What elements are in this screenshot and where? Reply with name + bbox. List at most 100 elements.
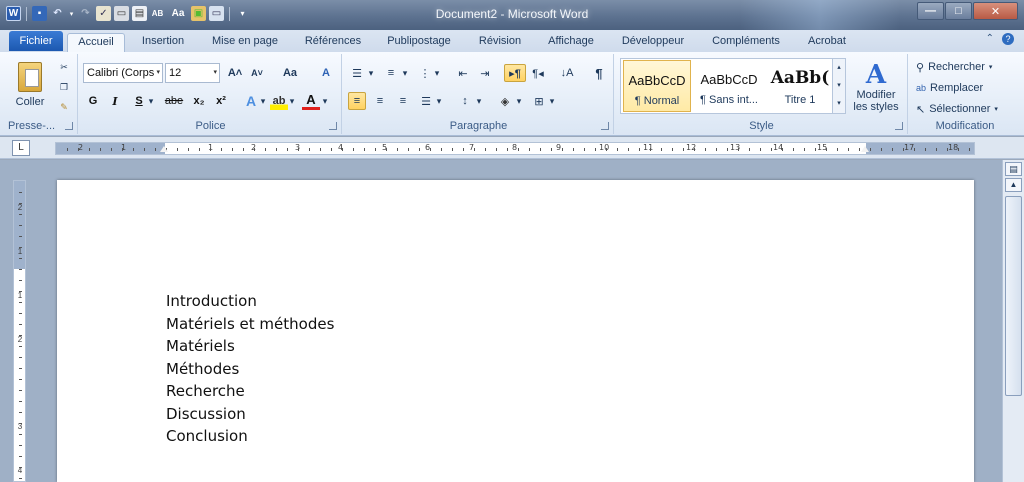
justify-dropdown-icon[interactable]: ▾ (434, 92, 444, 110)
ltr-paragraph-icon[interactable]: ▸¶ (504, 64, 526, 82)
document-line[interactable]: Conclusion (166, 427, 248, 445)
show-formatting-icon[interactable]: ¶ (590, 64, 608, 82)
change-case-icon[interactable]: Aa (278, 64, 302, 82)
text-effects-dropdown-icon[interactable]: ▾ (258, 92, 268, 110)
tab-acrobat[interactable]: Acrobat (798, 33, 856, 52)
paragraph-launcher-icon[interactable] (601, 122, 609, 130)
tab-add-ins[interactable]: Compléments (705, 33, 787, 52)
scroll-up-icon[interactable]: ▲ (1005, 178, 1022, 192)
tab-insert[interactable]: Insertion (132, 33, 194, 52)
styles-scroll[interactable]: ▴ ▾ ▾ (832, 59, 845, 113)
minimize-ribbon-icon[interactable]: ⌃ (986, 33, 994, 45)
tab-mailings[interactable]: Publipostage (379, 33, 459, 52)
font-size-combobox[interactable]: 12 ▾ (165, 63, 220, 83)
clear-formatting-icon[interactable]: A (317, 64, 335, 82)
format-painter-icon[interactable]: ✎ (55, 98, 73, 116)
shading-dropdown-icon[interactable]: ▾ (514, 92, 524, 110)
chevron-down-icon[interactable]: ▾ (833, 77, 845, 95)
strikethrough-button[interactable]: abe (162, 92, 186, 110)
paste-button[interactable]: Coller (12, 56, 48, 114)
line-spacing-dropdown-icon[interactable]: ▾ (474, 92, 484, 110)
find-button[interactable]: ⚲ Rechercher ▾ (916, 58, 992, 76)
align-left-icon[interactable]: ≡ (348, 92, 366, 110)
rtl-paragraph-icon[interactable]: ¶◂ (528, 64, 548, 82)
vertical-ruler-tick (19, 401, 22, 402)
style-normal[interactable]: AaBbCcD ¶ Normal (623, 60, 691, 112)
numbering-dropdown-icon[interactable]: ▾ (400, 64, 410, 82)
numbering-icon[interactable]: ≡ (382, 64, 400, 82)
tab-page-layout[interactable]: Mise en page (205, 33, 285, 52)
sort-icon[interactable]: ↓A (558, 64, 576, 82)
style-no-spacing[interactable]: AaBbCcD ¶ Sans int... (693, 60, 765, 112)
style-heading-1[interactable]: AaBb( Titre 1 (767, 60, 833, 112)
ruler-label: 9 (556, 143, 562, 152)
tab-review[interactable]: Révision (472, 33, 528, 52)
line-spacing-icon[interactable]: ↕ (456, 92, 474, 110)
chevron-up-icon[interactable]: ▴ (833, 59, 845, 77)
font-group: Calibri (Corps ▾ 12 ▾ A˄ A˅ Aa A G I S ▾… (80, 54, 342, 134)
minimize-button[interactable]: — (917, 2, 944, 20)
bullets-dropdown-icon[interactable]: ▾ (366, 64, 376, 82)
font-color-dropdown-icon[interactable]: ▾ (320, 92, 330, 110)
ruler-tick (914, 148, 915, 151)
more-styles-icon[interactable]: ▾ (833, 95, 845, 112)
justify-icon[interactable]: ☰ (417, 92, 435, 110)
bold-button[interactable]: G (84, 92, 102, 110)
change-styles-button[interactable]: A Modifier les styles (848, 56, 904, 118)
align-center-icon[interactable]: ≡ (371, 92, 389, 110)
document-line[interactable]: Introduction (166, 292, 257, 310)
document-line[interactable]: Recherche (166, 382, 245, 400)
increase-indent-icon[interactable]: ⇥ (476, 64, 494, 82)
superscript-button[interactable]: x² (212, 92, 230, 110)
view-ruler-icon[interactable]: ▤ (1005, 162, 1022, 176)
decrease-indent-icon[interactable]: ⇤ (454, 64, 472, 82)
styles-launcher-icon[interactable] (895, 122, 903, 130)
tab-home[interactable]: Accueil (67, 33, 125, 52)
font-launcher-icon[interactable] (329, 122, 337, 130)
right-indent-marker[interactable] (861, 146, 869, 152)
ruler-tick (793, 148, 794, 151)
document-line[interactable]: Matériels et méthodes (166, 315, 334, 333)
vertical-ruler[interactable]: 211234 (13, 180, 26, 482)
borders-icon[interactable]: ⊞ (530, 92, 548, 110)
cut-icon[interactable]: ✂ (55, 58, 73, 76)
subscript-button[interactable]: x₂ (190, 92, 208, 110)
help-icon[interactable]: ? (1002, 33, 1014, 45)
shrink-font-icon[interactable]: A˅ (248, 64, 266, 82)
document-line[interactable]: Matériels (166, 337, 235, 355)
clipboard-launcher-icon[interactable] (65, 122, 73, 130)
italic-button[interactable]: I (106, 92, 124, 110)
font-name-combobox[interactable]: Calibri (Corps ▾ (83, 63, 163, 83)
underline-dropdown-icon[interactable]: ▾ (146, 92, 156, 110)
shading-icon[interactable]: ◈ (496, 92, 514, 110)
document-line[interactable]: Méthodes (166, 360, 239, 378)
vertical-scrollbar[interactable]: ▤ ▲ (1002, 160, 1024, 482)
horizontal-ruler[interactable]: 211234567891011121314151718 (55, 142, 975, 155)
font-color-icon[interactable]: A (302, 92, 320, 110)
left-indent-marker[interactable] (160, 146, 168, 152)
ruler-tick (177, 148, 178, 151)
ruler-tick (782, 148, 783, 151)
highlight-icon[interactable]: ab (270, 92, 288, 110)
tab-selector-button[interactable]: L (12, 140, 30, 156)
editing-group-label: Modification (935, 120, 995, 132)
borders-dropdown-icon[interactable]: ▾ (547, 92, 557, 110)
copy-icon[interactable]: ❐ (55, 78, 73, 96)
select-button[interactable]: ↖ Sélectionner ▾ (916, 100, 998, 118)
tab-references[interactable]: Références (298, 33, 368, 52)
scroll-thumb[interactable] (1005, 196, 1022, 396)
highlight-dropdown-icon[interactable]: ▾ (287, 92, 297, 110)
ruler-tick (573, 148, 574, 151)
close-button[interactable]: ✕ (973, 2, 1018, 20)
grow-font-icon[interactable]: A˄ (226, 64, 244, 82)
replace-button[interactable]: ab Remplacer (916, 79, 983, 97)
tab-file[interactable]: Fichier (9, 31, 63, 51)
document-page[interactable]: Introduction Matériels et méthodes Matérie… (57, 180, 974, 482)
tab-view[interactable]: Affichage (539, 33, 603, 52)
bullets-icon[interactable]: ☰ (348, 64, 366, 82)
document-line[interactable]: Discussion (166, 405, 246, 423)
maximize-button[interactable]: □ (945, 2, 972, 20)
align-right-icon[interactable]: ≡ (394, 92, 412, 110)
multilevel-dropdown-icon[interactable]: ▾ (432, 64, 442, 82)
tab-developer[interactable]: Développeur (614, 33, 692, 52)
